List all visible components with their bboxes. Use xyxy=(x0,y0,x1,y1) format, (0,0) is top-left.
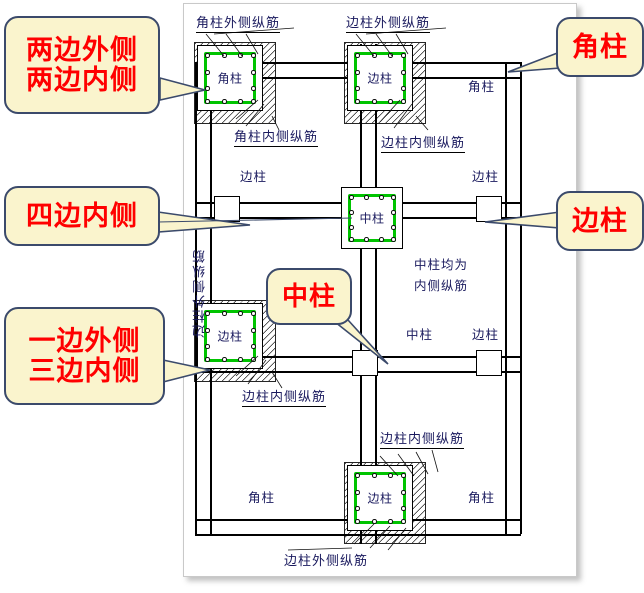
rebar-dot xyxy=(364,195,369,200)
rebar-dot xyxy=(251,357,256,362)
callout-line: 一边外侧 xyxy=(28,325,141,356)
note-edge-top-outer-rebar: 边柱外侧纵筋 xyxy=(346,12,431,33)
rebar-dot xyxy=(251,311,256,316)
section-edge-top: 边柱 xyxy=(347,45,413,111)
callout-line: 角柱 xyxy=(572,31,628,62)
rebar-dot xyxy=(251,99,256,104)
rebar-dot xyxy=(251,86,256,91)
rebar-dot xyxy=(238,53,243,58)
plan-node-edge-mid-right xyxy=(476,196,502,222)
rebar-dot xyxy=(349,237,354,242)
label-corner-bottom-right: 角柱 xyxy=(468,491,496,505)
rebar-dot xyxy=(355,506,360,511)
rebar-dot xyxy=(388,53,393,58)
rebar-dot xyxy=(238,99,243,104)
rebar-dot xyxy=(388,473,393,478)
plan-node-middle-lower xyxy=(352,350,378,376)
callout-middle-column-rule[interactable]: 四边内侧 xyxy=(4,186,160,246)
note-middle-column-all-inner-line1: 中柱均为 xyxy=(414,258,469,272)
callout-edge-column[interactable]: 边柱 xyxy=(556,191,644,251)
callout-line: 两边内侧 xyxy=(26,65,138,95)
note-middle-column-all-inner-line2: 内侧纵筋 xyxy=(414,279,469,293)
rebar-dot xyxy=(401,506,406,511)
rebar-dot xyxy=(251,344,256,349)
rebar-dot xyxy=(372,473,377,478)
label-corner-top-right: 角柱 xyxy=(468,80,496,94)
rebar-dot xyxy=(355,53,360,58)
rebar-dot xyxy=(401,99,406,104)
note-corner-outer-rebar: 角柱外侧纵筋 xyxy=(196,12,281,33)
rebar-dot xyxy=(372,99,377,104)
rebar-dot xyxy=(388,519,393,524)
rebar-dot xyxy=(401,86,406,91)
rebar-dot xyxy=(364,237,369,242)
note-edge-bottom-inner-rebar: 边柱内侧纵筋 xyxy=(380,428,465,449)
callout-line: 中柱 xyxy=(281,280,336,311)
label-middle-lower: 中柱 xyxy=(406,328,434,342)
callout-middle-column[interactable]: 中柱 xyxy=(266,268,352,325)
rebar-dot xyxy=(355,99,360,104)
note-corner-inner-rebar: 角柱内侧纵筋 xyxy=(234,126,319,147)
rebar-dot xyxy=(205,99,210,104)
rebar-dot xyxy=(251,53,256,58)
rebar-dot xyxy=(205,53,210,58)
rebar-dot xyxy=(238,357,243,362)
rebar-dot xyxy=(401,473,406,478)
frame-line-left-inner xyxy=(210,62,212,534)
label-edge-lower-right: 边柱 xyxy=(472,328,500,342)
note-edge-left-inner-rebar: 边柱内侧纵筋 xyxy=(242,386,327,407)
rebar-dot xyxy=(391,195,396,200)
rebar-dot xyxy=(355,473,360,478)
callout-edge-column-rule[interactable]: 一边外侧 三边内侧 xyxy=(4,307,165,405)
rebar-dot xyxy=(205,344,210,349)
frame-line-right-outer xyxy=(520,62,522,534)
rebar-dot xyxy=(355,519,360,524)
section-label: 角柱 xyxy=(217,71,243,86)
callout-line: 三边内侧 xyxy=(28,356,141,386)
callout-line: 两边外侧 xyxy=(26,34,138,65)
plan-node-edge-lower-right xyxy=(476,350,502,376)
label-edge-mid-left: 边柱 xyxy=(240,170,268,184)
rebar-dot xyxy=(222,357,227,362)
section-corner-top-left: 角柱 xyxy=(197,45,263,111)
rebar-dot xyxy=(401,519,406,524)
note-edge-left-outer-rebar: 边柱外侧纵筋 xyxy=(192,248,207,338)
callout-corner-column-rule[interactable]: 两边外侧 两边内侧 xyxy=(4,16,160,114)
section-label: 边柱 xyxy=(367,491,393,506)
rebar-dot xyxy=(388,99,393,104)
plan-node-edge-mid-left xyxy=(214,196,240,222)
section-edge-bottom: 边柱 xyxy=(347,465,413,531)
callout-line: 四边内侧 xyxy=(26,200,138,231)
drawing-panel: 角柱 边柱 中柱 边柱 边柱 角柱外侧纵筋 边柱外侧纵筋 角柱内侧纵筋 边柱内侧… xyxy=(183,3,577,577)
rebar-dot xyxy=(222,53,227,58)
label-edge-mid-right: 边柱 xyxy=(472,170,500,184)
rebar-dot xyxy=(355,86,360,91)
rebar-dot xyxy=(349,195,354,200)
rebar-dot xyxy=(222,99,227,104)
label-corner-bottom-left: 角柱 xyxy=(248,491,276,505)
note-edge-top-inner-rebar: 边柱内侧纵筋 xyxy=(381,132,466,153)
rebar-dot xyxy=(222,311,227,316)
rebar-dot xyxy=(238,311,243,316)
rebar-dot xyxy=(391,237,396,242)
section-label: 中柱 xyxy=(359,211,385,226)
callout-line: 边柱 xyxy=(572,205,628,236)
section-label: 边柱 xyxy=(367,71,393,86)
callout-corner-column[interactable]: 角柱 xyxy=(556,17,644,77)
rebar-dot xyxy=(401,53,406,58)
note-edge-bottom-outer-rebar: 边柱外侧纵筋 xyxy=(284,553,369,568)
rebar-dot xyxy=(372,53,377,58)
rebar-dot xyxy=(205,86,210,91)
section-middle-center: 中柱 xyxy=(341,187,403,249)
frame-line-right-inner xyxy=(505,62,507,534)
rebar-dot xyxy=(205,357,210,362)
rebar-dot xyxy=(379,237,384,242)
rebar-dot xyxy=(379,195,384,200)
rebar-dot xyxy=(372,519,377,524)
